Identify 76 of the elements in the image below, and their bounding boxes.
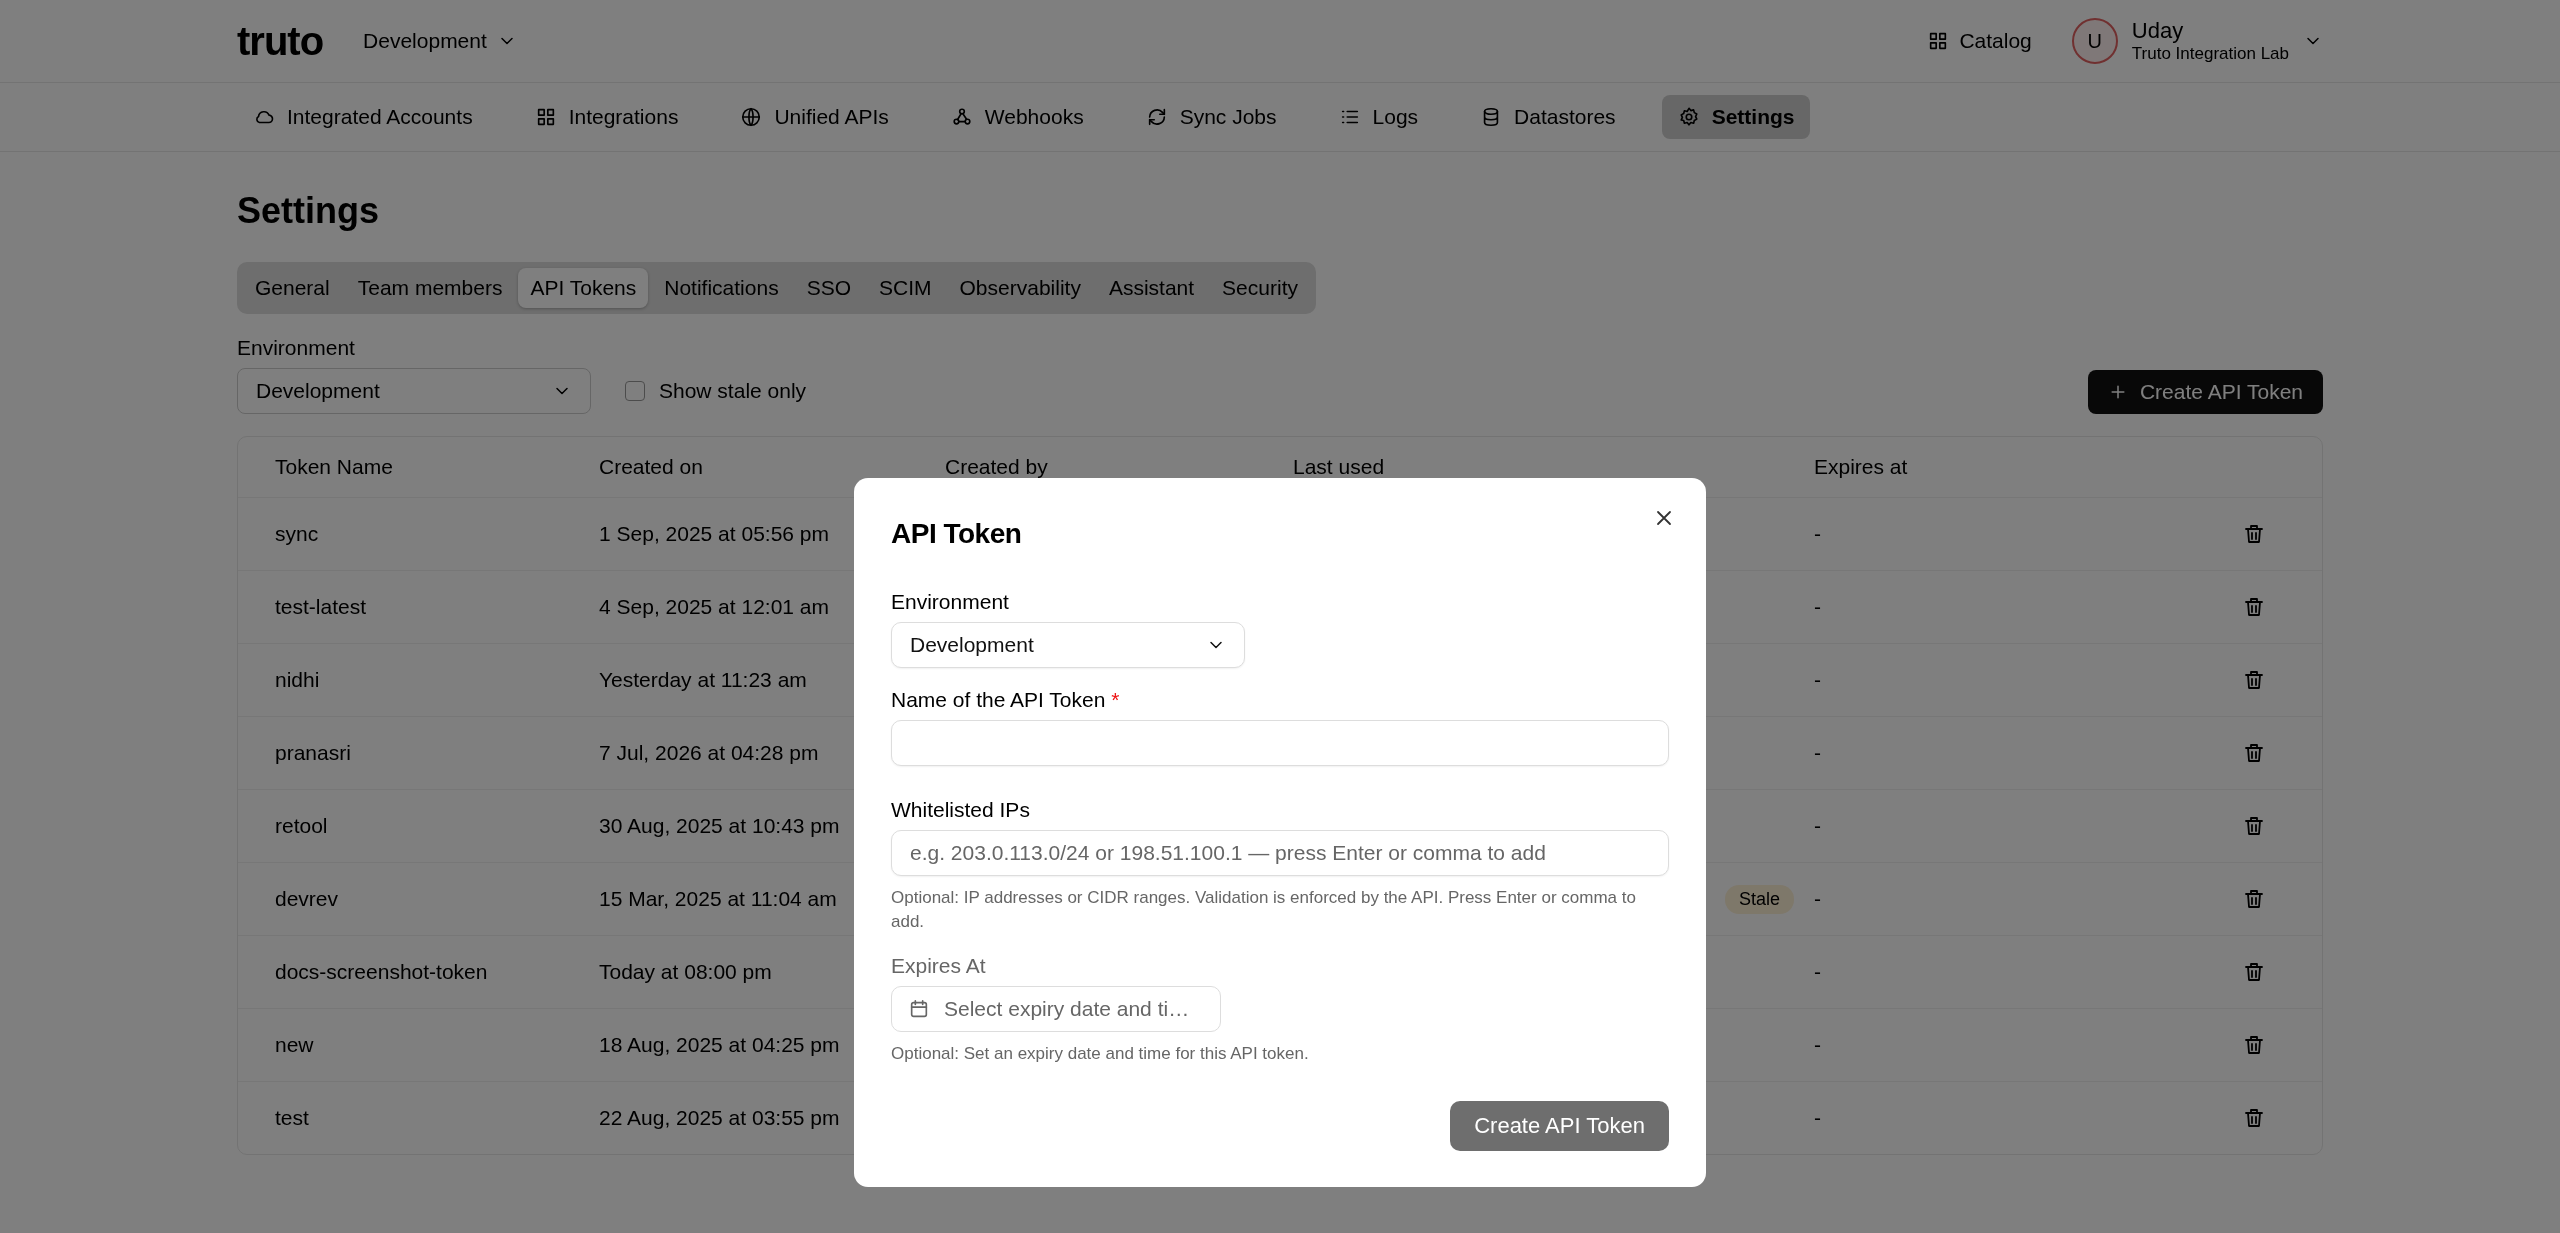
environment-switcher[interactable]: Development xyxy=(363,29,517,53)
table-cell: 30 Aug, 2025 at 10:43 pm xyxy=(599,814,840,838)
field-label: Whitelisted IPs xyxy=(891,798,1031,822)
nav-tab[interactable]: Sync Jobs xyxy=(1129,95,1293,139)
table-cell: pranasri xyxy=(275,741,351,765)
section-tab[interactable]: SCIM xyxy=(867,268,944,308)
table-cell: - xyxy=(1814,814,1821,838)
field-label: Environment xyxy=(237,336,356,360)
table-cell: - xyxy=(1814,1106,1821,1130)
field-label: Name of the API Token * xyxy=(891,688,1121,712)
column-header: Created on xyxy=(599,455,703,479)
section-tab[interactable]: Notifications xyxy=(652,268,791,308)
organization-name: Truto Integration Lab xyxy=(2131,44,2289,64)
section-tab[interactable]: Observability xyxy=(947,268,1093,308)
field-label: Environment xyxy=(891,590,1010,614)
page-title: Settings xyxy=(237,190,380,232)
nav-tab[interactable]: Logs xyxy=(1322,95,1435,139)
dialog-title: API Token xyxy=(891,518,1023,550)
table-cell: - xyxy=(1814,960,1821,984)
table-cell: 1 Sep, 2025 at 05:56 pm xyxy=(599,522,829,546)
token-name-input[interactable] xyxy=(891,720,1669,766)
table-cell: 7 Jul, 2026 at 04:28 pm xyxy=(599,741,819,765)
help-text: Optional: Set an expiry date and time for this API token. xyxy=(891,1042,1310,1065)
column-header: Last used xyxy=(1293,455,1385,479)
table-cell: - xyxy=(1814,595,1821,619)
nav-tab[interactable]: Settings xyxy=(1661,95,1811,139)
nav-tab[interactable]: Unified APIs xyxy=(724,95,905,139)
stale-only-checkbox[interactable]: Show stale only xyxy=(619,368,813,414)
logo[interactable]: truto xyxy=(237,18,324,64)
nav-tab[interactable]: Integrated Accounts xyxy=(237,95,489,139)
table-cell: 4 Sep, 2025 at 12:01 am xyxy=(599,595,829,619)
calendar-icon xyxy=(908,997,930,1020)
table-cell: retool xyxy=(275,814,328,838)
environment-select[interactable]: Development xyxy=(891,622,1245,668)
section-tab[interactable]: Security xyxy=(1210,268,1310,308)
field-label: Expires At xyxy=(891,953,987,978)
stale-tag: Stale xyxy=(1724,884,1794,914)
user-name: Uday xyxy=(2131,18,2185,44)
webhook-icon xyxy=(950,106,973,128)
whitelisted-ips-input[interactable]: e.g. 203.0.113.0/24 or 198.51.100.1 — press Enter or comma to add xyxy=(891,830,1669,876)
table-cell: - xyxy=(1814,741,1821,765)
section-tab[interactable]: Team members xyxy=(345,268,515,308)
column-header: Expires at xyxy=(1814,455,1908,479)
table-cell: - xyxy=(1814,668,1821,692)
catalog-link[interactable]: Catalog xyxy=(1927,29,2032,53)
table-cell: Today at 08:00 pm xyxy=(599,960,772,984)
user-avatar[interactable]: U xyxy=(2071,18,2118,64)
table-cell: new xyxy=(275,1033,314,1057)
table-cell: 15 Mar, 2025 at 11:04 am xyxy=(599,887,837,911)
section-tab[interactable]: API Tokens xyxy=(518,268,649,308)
nav-tab[interactable]: Integrations xyxy=(518,95,695,139)
expiry-date-picker[interactable]: Select expiry date and ti… xyxy=(891,985,1221,1032)
settings-icon xyxy=(1677,106,1700,128)
section-tab[interactable]: SSO xyxy=(794,268,863,308)
table-cell: - xyxy=(1814,887,1821,911)
table-cell: test xyxy=(275,1106,309,1130)
globe-icon xyxy=(740,106,763,128)
column-header: Created by xyxy=(945,455,1048,479)
table-cell: sync xyxy=(275,522,319,546)
table-cell: nidhi xyxy=(275,668,320,692)
nav-tab[interactable]: Datastores xyxy=(1464,95,1632,139)
column-header: Token Name xyxy=(275,455,393,479)
environment-select[interactable]: Development xyxy=(237,368,591,414)
table-cell: test-latest xyxy=(275,595,367,619)
help-text: Optional: IP addresses or CIDR ranges. Validation is enforced by the API. Press Enter or comma to add. xyxy=(891,887,1637,933)
table-cell: - xyxy=(1814,522,1821,546)
table-cell: 18 Aug, 2025 at 04:25 pm xyxy=(599,1033,840,1057)
table-cell: devrev xyxy=(275,887,339,911)
table-cell: docs-screenshot-token xyxy=(275,960,488,984)
table-cell: Yesterday at 11:23 am xyxy=(599,668,807,692)
table-cell: 22 Aug, 2025 at 03:55 pm xyxy=(599,1106,840,1130)
nav-tab[interactable]: Webhooks xyxy=(934,95,1100,139)
table-cell: - xyxy=(1814,1033,1821,1057)
section-tab[interactable]: General xyxy=(243,268,342,308)
create-token-button[interactable]: Create API Token xyxy=(2087,370,2323,414)
section-tab[interactable]: Assistant xyxy=(1096,268,1207,308)
